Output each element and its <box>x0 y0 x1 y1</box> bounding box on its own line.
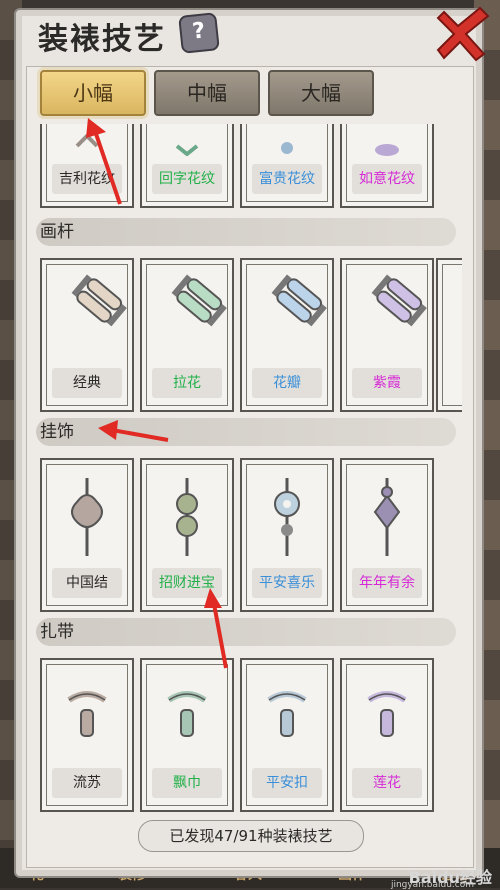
watermark-url: jingyan.baidu.com <box>390 880 474 890</box>
section-header: 扎带 <box>36 618 456 646</box>
skill-name: 飘巾 <box>152 768 222 798</box>
skill-name: 花瓣 <box>252 368 322 398</box>
skill-card[interactable]: 吉利花纹 <box>40 124 134 208</box>
skill-card[interactable]: 富贵花纹 <box>240 124 334 208</box>
skill-card[interactable]: 经典 <box>40 258 134 412</box>
skill-name: 经典 <box>52 368 122 398</box>
skill-name: 紫霞 <box>352 368 422 398</box>
skill-name: 拉花 <box>152 368 222 398</box>
tab-small[interactable]: 小幅 <box>40 70 146 116</box>
help-button[interactable]: ? <box>178 12 220 54</box>
skill-card[interactable]: 如意花纹 <box>340 124 434 208</box>
ribbon-icon <box>147 670 227 760</box>
tab-large[interactable]: 大幅 <box>268 70 374 116</box>
rod-icon <box>347 270 427 360</box>
skill-name: 回字花纹 <box>152 164 222 194</box>
skill-name: 招财进宝 <box>152 568 222 598</box>
skills-scroll-list[interactable]: 吉利花纹 回字花纹 富贵花纹 如意花纹 画杆 挂饰 扎带 经典 拉花 花瓣 紫霞中国结… <box>36 124 462 814</box>
skill-name: 吉利花纹 <box>52 164 122 194</box>
skill-card-partial[interactable] <box>436 258 462 412</box>
skill-card[interactable]: 流苏 <box>40 658 134 812</box>
page-title: 装裱技艺 <box>38 22 166 57</box>
skill-card[interactable]: 平安扣 <box>240 658 334 812</box>
skill-card[interactable]: 紫霞 <box>340 258 434 412</box>
ribbon-icon <box>347 670 427 760</box>
ribbon-icon <box>247 670 327 760</box>
section-header: 画杆 <box>36 218 456 246</box>
pattern-icon <box>247 124 327 156</box>
disc-icon <box>247 470 327 560</box>
pattern-icon <box>147 124 227 157</box>
discovery-counter: 已发现47/91种装裱技艺 <box>138 820 364 852</box>
skill-card[interactable]: 拉花 <box>140 258 234 412</box>
skill-card[interactable]: 莲花 <box>340 658 434 812</box>
size-tabs: 小幅 中幅 大幅 <box>40 70 380 116</box>
section-label: 画杆 <box>40 222 74 242</box>
skill-card[interactable]: 招财进宝 <box>140 458 234 612</box>
section-label: 扎带 <box>40 622 74 642</box>
skill-card[interactable]: 中国结 <box>40 458 134 612</box>
section-label: 挂饰 <box>40 422 74 442</box>
rod-icon <box>247 270 327 360</box>
skill-name: 如意花纹 <box>352 164 422 194</box>
skill-name: 年年有余 <box>352 568 422 598</box>
skill-card[interactable]: 回字花纹 <box>140 124 234 208</box>
rod-icon <box>147 270 227 360</box>
tab-medium[interactable]: 中幅 <box>154 70 260 116</box>
pendant-icon <box>347 470 427 560</box>
ribbon-icon <box>47 670 127 760</box>
knot-icon <box>47 470 127 560</box>
coin-icon <box>147 470 227 560</box>
skill-name: 富贵花纹 <box>252 164 322 194</box>
pattern-icon <box>347 124 427 156</box>
pattern-icon <box>47 124 127 156</box>
section-header: 挂饰 <box>36 418 456 446</box>
skill-name: 平安扣 <box>252 768 322 798</box>
rod-icon <box>47 270 127 360</box>
skill-card[interactable]: 花瓣 <box>240 258 334 412</box>
question-icon: ? <box>191 18 207 45</box>
skill-card[interactable]: 年年有余 <box>340 458 434 612</box>
skill-name: 流苏 <box>52 768 122 798</box>
skill-card[interactable]: 平安喜乐 <box>240 458 334 612</box>
skill-name: 莲花 <box>352 768 422 798</box>
skill-name: 中国结 <box>52 568 122 598</box>
skill-name: 平安喜乐 <box>252 568 322 598</box>
close-icon[interactable] <box>436 6 492 62</box>
skill-card[interactable]: 飘巾 <box>140 658 234 812</box>
